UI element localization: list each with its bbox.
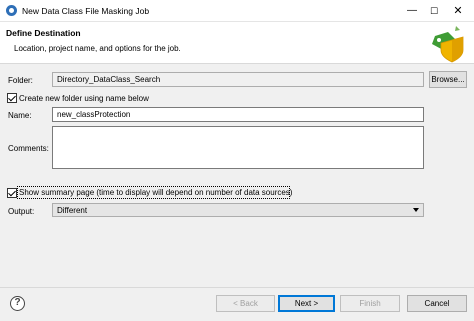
- page-title: Define Destination: [6, 28, 81, 38]
- name-input[interactable]: new_classProtection: [52, 107, 424, 122]
- masking-app-icon: [6, 5, 17, 16]
- tag-shield-icon: [432, 26, 464, 63]
- comments-label: Comments:: [8, 144, 49, 153]
- footer-separator: [0, 287, 474, 288]
- back-button[interactable]: < Back: [216, 295, 275, 312]
- folder-field[interactable]: Directory_DataClass_Search: [52, 72, 424, 87]
- create-folder-checkbox[interactable]: [7, 93, 17, 103]
- chevron-down-icon: [413, 208, 419, 212]
- output-label: Output:: [8, 207, 35, 216]
- output-select[interactable]: Different: [52, 203, 424, 217]
- create-folder-label: Create new folder using name below: [19, 94, 149, 103]
- finish-button[interactable]: Finish: [340, 295, 400, 312]
- name-label: Name:: [8, 111, 32, 120]
- close-button[interactable]: ✕: [444, 0, 472, 22]
- comments-textarea[interactable]: [52, 126, 424, 169]
- next-button[interactable]: Next >: [278, 295, 335, 312]
- title-bar: New Data Class File Masking Job — ☐ ✕: [0, 0, 474, 22]
- window-title: New Data Class File Masking Job: [22, 6, 150, 16]
- summary-label: Show summary page (time to display will …: [19, 188, 293, 197]
- summary-checkbox[interactable]: [7, 188, 17, 198]
- wizard-header: Define Destination Location, project nam…: [0, 22, 474, 64]
- help-icon[interactable]: ?: [10, 296, 25, 311]
- folder-label: Folder:: [8, 76, 33, 85]
- output-select-value: Different: [57, 206, 88, 215]
- browse-button[interactable]: Browse...: [429, 71, 467, 88]
- cancel-button[interactable]: Cancel: [407, 295, 467, 312]
- page-description: Location, project name, and options for …: [14, 44, 181, 53]
